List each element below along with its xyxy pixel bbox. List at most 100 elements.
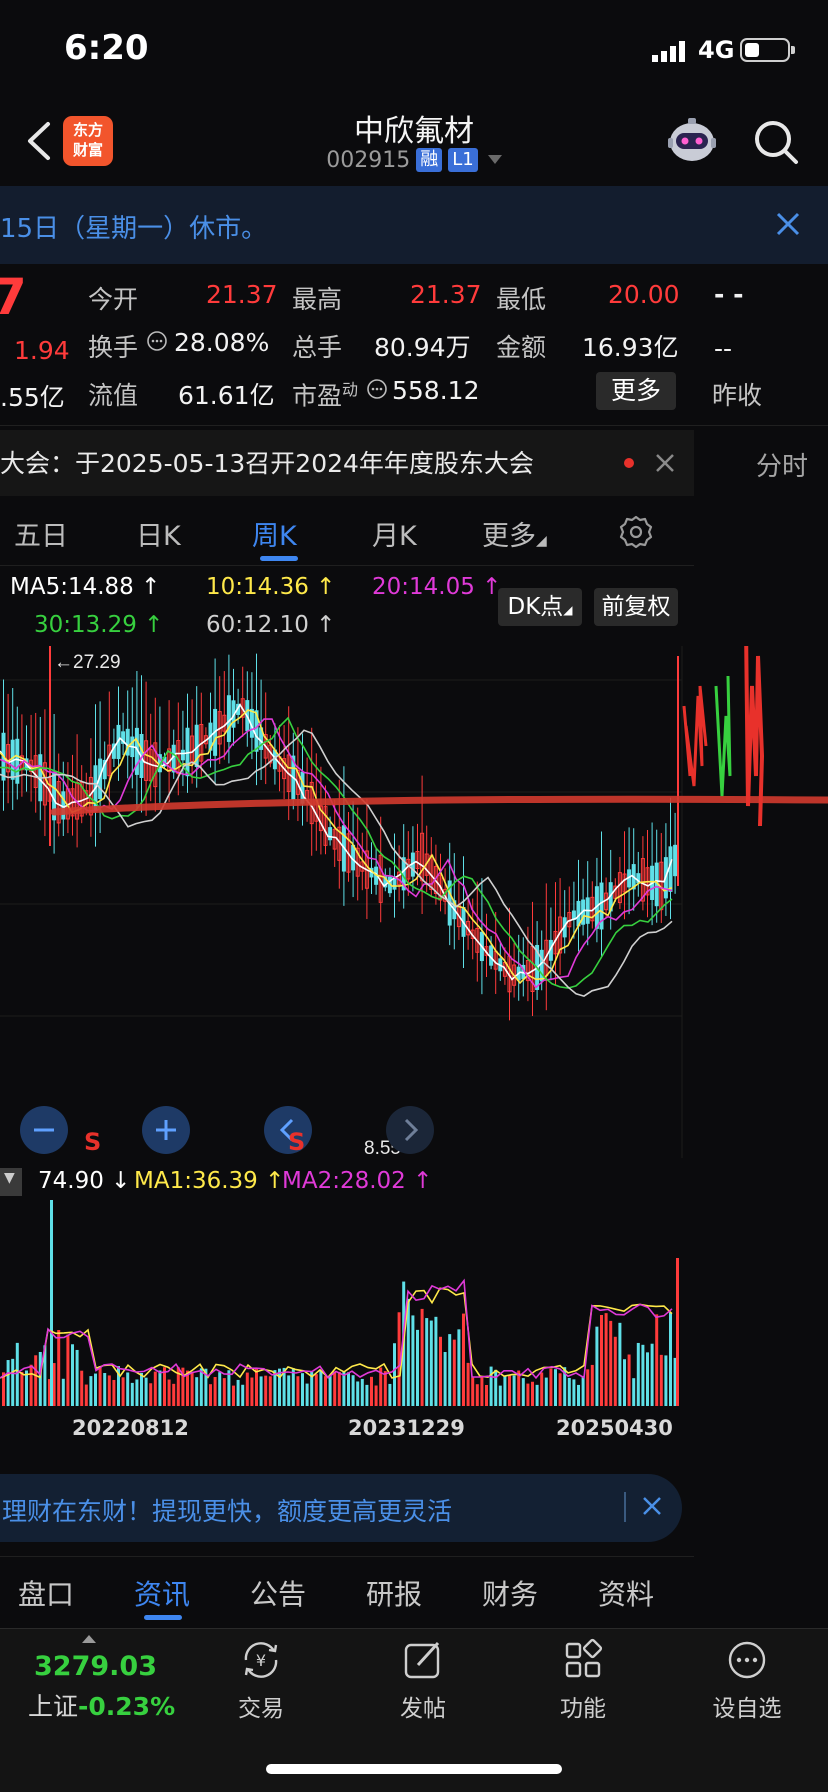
index-row: 上证-0.23% — [28, 1687, 175, 1723]
header: 东方 财富 中欣氟材 002915 融 L1 — [0, 100, 828, 184]
search-icon[interactable] — [752, 118, 800, 166]
volume-bar — [273, 1370, 277, 1406]
info-icon[interactable] — [146, 330, 168, 352]
volume-bar — [636, 1342, 640, 1406]
volume-bar — [107, 1375, 111, 1406]
volume-bar — [411, 1315, 415, 1406]
dk-point-button[interactable]: DK点◢ — [498, 588, 582, 626]
trade-icon: ¥ — [244, 1642, 278, 1678]
volume-bar — [581, 1375, 585, 1406]
volume-bar — [291, 1368, 295, 1406]
tab-intraday[interactable]: 分时 — [756, 446, 808, 483]
signal-icon — [652, 41, 685, 62]
volume-bar — [572, 1379, 576, 1406]
volume-bar — [558, 1373, 562, 1406]
tab-news[interactable]: 资讯 — [134, 1573, 190, 1613]
tab-research[interactable]: 研报 — [366, 1573, 422, 1613]
volume-bar — [604, 1313, 608, 1406]
nav-add-watchlist[interactable]: 设自选 — [692, 1637, 802, 1723]
vol-ma2-legend: MA2:28.02 ↑ — [282, 1168, 433, 1194]
volume-bar — [613, 1336, 617, 1406]
indicator-dropdown[interactable]: ▼ — [0, 1168, 22, 1196]
minus-icon — [34, 1128, 54, 1132]
index-ticker[interactable]: 3279.03 上证-0.23% — [0, 1629, 190, 1739]
nav-apps[interactable]: 功能 — [528, 1637, 638, 1723]
volume-bar — [167, 1379, 171, 1406]
volume-bar — [103, 1373, 107, 1406]
tab-profile[interactable]: 资料 — [598, 1573, 654, 1613]
chevron-down-icon: ▼ — [4, 1170, 15, 1186]
volume-bar — [314, 1374, 318, 1406]
volume-bar — [163, 1367, 166, 1406]
scroll-right-button[interactable] — [386, 1106, 434, 1154]
drawn-horizontal-line — [50, 795, 828, 816]
volume-bar — [218, 1372, 222, 1406]
volume-bar — [618, 1322, 622, 1406]
adjust-price-button[interactable]: 前复权 — [594, 588, 678, 626]
volume-bar — [374, 1385, 378, 1406]
close-icon[interactable] — [638, 1492, 666, 1520]
volume-bar — [429, 1320, 433, 1406]
candle-body — [328, 827, 333, 841]
volume-bar — [595, 1326, 599, 1406]
tab-order-book[interactable]: 盘口 — [18, 1573, 74, 1613]
app-logo[interactable]: 东方 财富 — [63, 116, 113, 166]
level-tag: L1 — [448, 148, 478, 172]
tab-announcements[interactable]: 公告 — [250, 1573, 306, 1613]
network-type: 4G — [698, 36, 735, 64]
open-label: 今开 — [88, 285, 139, 314]
promo-banner[interactable]: 理财在东财！提现更快，额度更高更灵活 — [0, 1474, 682, 1542]
volume-bar — [632, 1378, 636, 1406]
volume-bar — [232, 1385, 235, 1406]
promo-text: 理财在东财！提现更快，额度更高更灵活 — [2, 1497, 453, 1526]
nav-post[interactable]: 发帖 — [368, 1637, 478, 1723]
tab-five-day[interactable]: 五日 — [14, 514, 68, 553]
back-button[interactable] — [20, 118, 60, 164]
nav-trade[interactable]: ¥ 交易 — [206, 1637, 316, 1723]
gear-icon[interactable] — [618, 514, 654, 550]
index-name: 上证 — [28, 1692, 79, 1721]
volume-bar — [623, 1359, 626, 1406]
tab-more[interactable]: 更多◢ — [482, 514, 547, 553]
drawn-scribble — [682, 685, 708, 787]
volume-bar — [676, 1258, 679, 1406]
volume-bar — [448, 1334, 452, 1406]
close-icon[interactable] — [770, 206, 806, 242]
volume-bar — [512, 1375, 516, 1406]
tab-financials[interactable]: 财务 — [482, 1573, 538, 1613]
tab-monthly-k[interactable]: 月K — [372, 514, 417, 553]
volume-bar — [38, 1351, 42, 1406]
info-icon[interactable] — [366, 378, 388, 400]
volume-bar — [250, 1377, 254, 1406]
volume-bar — [365, 1384, 369, 1406]
volume-ma-lines — [0, 1278, 673, 1380]
chevron-right-icon — [404, 1118, 419, 1142]
ma-line — [0, 716, 673, 989]
vol-ma1-legend: MA1:36.39 ↑ — [134, 1168, 285, 1194]
robot-assistant-icon[interactable] — [666, 116, 718, 166]
chevron-down-icon[interactable] — [487, 155, 502, 164]
home-indicator — [266, 1764, 562, 1774]
volume-bar — [71, 1344, 74, 1406]
svg-text:¥: ¥ — [256, 1651, 266, 1670]
tab-weekly-k[interactable]: 周K — [252, 514, 297, 553]
notice-text: 15日（星期一）休市。 — [0, 214, 268, 244]
volume-bar — [149, 1383, 153, 1406]
volume-bar — [337, 1371, 341, 1406]
zoom-out-button[interactable] — [20, 1106, 68, 1154]
volume-bar — [236, 1379, 240, 1406]
close-icon[interactable] — [652, 450, 678, 476]
volume-bar — [140, 1372, 143, 1406]
volume-bar — [420, 1308, 424, 1406]
kline-chart[interactable]: ←27.29 8.55→ — [0, 646, 828, 1161]
volume-bar — [480, 1377, 484, 1406]
margin-tag: 融 — [416, 148, 443, 172]
shareholder-meeting-bar[interactable]: 大会：于2025-05-13召开2024年年度股东大会 — [0, 430, 694, 496]
more-button[interactable]: 更多 — [596, 372, 676, 410]
date-axis-label: 20220812 — [72, 1416, 189, 1440]
volume-bar — [425, 1318, 429, 1406]
volume-chart[interactable] — [0, 1198, 694, 1410]
volume-bar — [6, 1360, 10, 1406]
zoom-in-button[interactable] — [142, 1106, 190, 1154]
tab-daily-k[interactable]: 日K — [136, 514, 181, 553]
